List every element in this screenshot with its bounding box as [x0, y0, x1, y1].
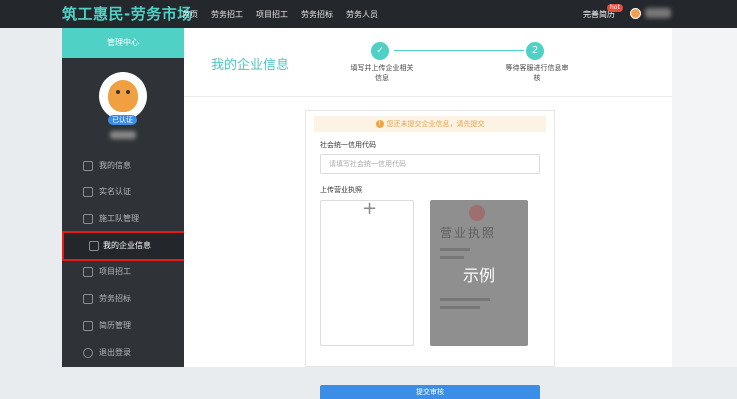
project-icon — [83, 267, 93, 277]
page-title: 我的企业信息 — [211, 58, 290, 73]
sidebar-item-resume[interactable]: 简历管理 — [62, 313, 184, 339]
avatar-face — [108, 80, 138, 112]
sidebar-item-logout[interactable]: 退出登录 — [62, 340, 184, 366]
nav-project-recruit[interactable]: 项目招工 — [256, 9, 288, 20]
sidebar-item-labor-bid[interactable]: 劳务招标 — [62, 286, 184, 312]
credit-code-input[interactable]: 请填写社会统一信用代码 — [320, 154, 540, 174]
bookmark-icon — [83, 187, 93, 197]
sidebar-item-label: 我的信息 — [99, 161, 131, 170]
bid-icon — [83, 294, 93, 304]
notice-banner: ! 您还未提交企业信息，请先提交 — [314, 116, 546, 132]
license-sample-image: 营业执照 示例 — [430, 200, 528, 346]
main-content: 我的企业信息 ✓ 2 填写并上传企业相关信息 等待客服进行信息审核 ! 您还未提… — [184, 28, 672, 399]
verified-badge: 已认证 — [108, 115, 137, 125]
profile-name-blurred — [110, 131, 136, 139]
resume-icon — [83, 321, 93, 331]
sample-label: 示例 — [463, 266, 496, 285]
sidebar-item-project-recruit[interactable]: 项目招工 — [62, 259, 184, 285]
profile-avatar — [99, 72, 147, 120]
license-upload-box[interactable]: + — [320, 198, 414, 346]
user-avatar[interactable] — [630, 8, 641, 19]
site-logo[interactable]: 筑工惠民-劳务市场 — [62, 5, 193, 23]
sidebar-item-label: 实名认证 — [99, 187, 131, 196]
team-icon — [83, 214, 93, 224]
sidebar-title: 管理中心 — [62, 28, 184, 58]
sample-title: 营业执照 — [440, 226, 497, 240]
user-name-blurred[interactable] — [645, 8, 671, 18]
power-icon — [83, 348, 93, 358]
sidebar-item-label: 退出登录 — [99, 348, 131, 357]
step-1-check-icon: ✓ — [371, 42, 389, 60]
notice-text: 您还未提交企业信息，请先提交 — [386, 120, 485, 128]
sidebar-item-label: 简历管理 — [99, 321, 131, 330]
nav-labor-bid[interactable]: 劳务招标 — [301, 9, 333, 20]
top-navbar: 筑工惠民-劳务市场 首页 劳务招工 项目招工 劳务招标 劳务人员 完善简历 ho… — [0, 0, 737, 28]
nav-labor-staff[interactable]: 劳务人员 — [346, 9, 378, 20]
step-2-circle: 2 — [526, 42, 544, 60]
right-margin — [672, 28, 737, 367]
sidebar-item-my-info[interactable]: 我的信息 — [62, 153, 184, 179]
main-nav: 首页 劳务招工 项目招工 劳务招标 劳务人员 — [182, 0, 378, 28]
credit-code-label: 社会统一信用代码 — [320, 141, 376, 149]
license-label: 上传营业执照 — [320, 186, 362, 194]
sidebar-item-label: 施工队管理 — [99, 214, 139, 223]
sidebar: 管理中心 已认证 我的信息 实名认证 施工队管理 我的企业信息 项目招工 劳务招… — [62, 28, 184, 367]
highlight-box — [62, 231, 186, 261]
hot-badge: hot — [607, 4, 623, 12]
warning-icon: ! — [375, 120, 384, 128]
step-connector — [394, 50, 524, 51]
emblem-icon — [469, 205, 485, 221]
plus-icon: + — [362, 198, 378, 219]
sidebar-item-label: 项目招工 — [99, 267, 131, 276]
divider — [184, 96, 672, 97]
step-2-label: 等待客服进行信息审核 — [505, 64, 569, 82]
nav-labor-recruit[interactable]: 劳务招工 — [211, 9, 243, 20]
submit-button[interactable]: 提交审核 — [320, 385, 540, 399]
company-info-form: ! 您还未提交企业信息，请先提交 社会统一信用代码 请填写社会统一信用代码 上传… — [305, 110, 555, 399]
step-1-label: 填写并上传企业相关信息 — [350, 64, 414, 82]
nav-home[interactable]: 首页 — [182, 9, 198, 20]
sidebar-item-label: 劳务招标 — [99, 294, 131, 303]
user-icon — [83, 161, 93, 171]
sidebar-item-real-name[interactable]: 实名认证 — [62, 179, 184, 205]
sidebar-item-team[interactable]: 施工队管理 — [62, 206, 184, 232]
